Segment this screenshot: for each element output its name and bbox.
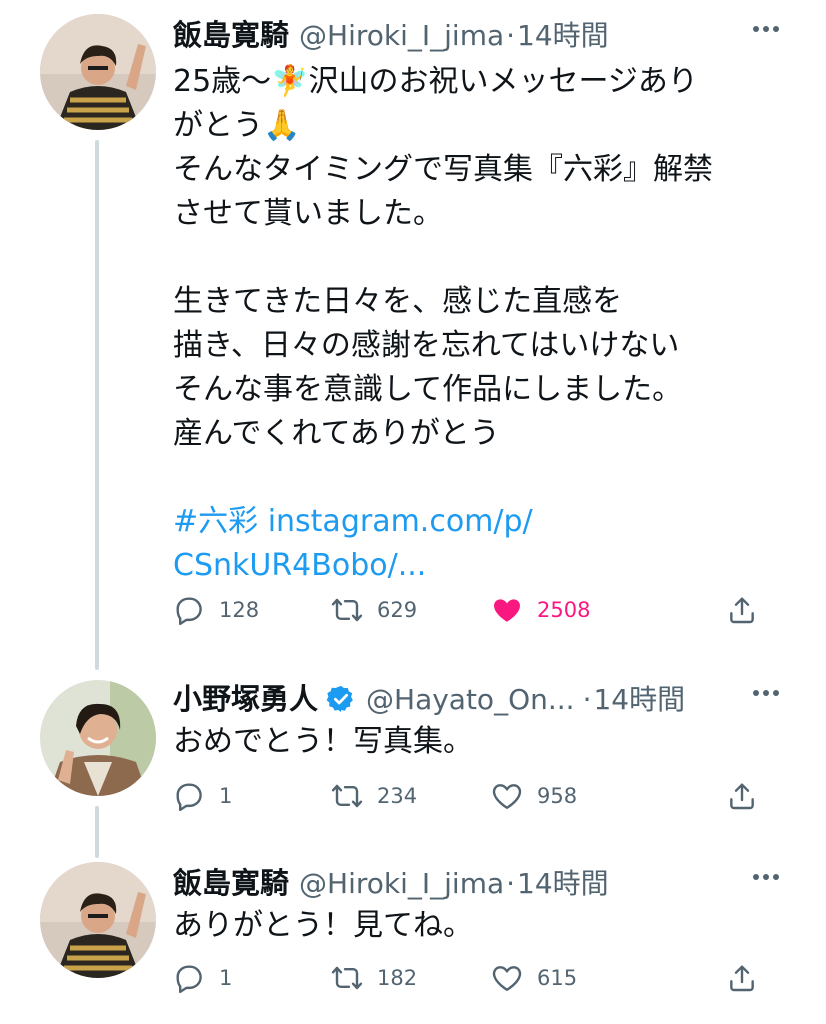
tweet-1[interactable]: 飯島寛騎 @Hiroki_I_jima · 14時間 25歳〜🧚沢山のお祝いメッ… — [0, 0, 826, 650]
tweet-3[interactable]: 飯島寛騎 @Hiroki_I_jima · 14時間 ありがとう！見てね。 1 … — [0, 856, 826, 1024]
retweet-count: 234 — [377, 784, 418, 808]
tweet-text: ありがとう！見てね。 — [173, 908, 473, 943]
tweet-actions: 1 182 615 — [173, 958, 786, 998]
tweet-text: 25歳〜🧚沢山のお祝いメッセージあり がとう🙏 そんなタイミングで写真集『六彩』… — [173, 60, 786, 588]
reply-icon — [173, 780, 205, 812]
tweet-text-line: 生きてきた日々を、感じた直感を — [173, 284, 623, 319]
share-button[interactable] — [726, 776, 758, 816]
tweet-text: おめでとう！写真集。 — [173, 724, 473, 759]
avatar[interactable] — [40, 680, 156, 796]
timestamp[interactable]: 14時間 — [517, 14, 609, 54]
reply-button[interactable]: 128 — [173, 590, 259, 630]
more-icon[interactable] — [746, 12, 786, 46]
author-handle[interactable]: @Hiroki_I_jima — [299, 19, 504, 52]
author-name[interactable]: 小野塚勇人 — [173, 676, 318, 718]
more-icon[interactable] — [746, 676, 786, 710]
reply-count: 1 — [219, 784, 233, 808]
tweet-text-line: がとう🙏 — [173, 108, 301, 143]
retweet-icon — [331, 594, 363, 626]
like-count: 958 — [537, 784, 578, 808]
tweet-text-line: させて貰いました。 — [173, 196, 443, 231]
author-handle[interactable]: @Hiroki_I_jima — [299, 867, 504, 900]
reply-count: 1 — [219, 966, 233, 990]
retweet-icon — [331, 780, 363, 812]
share-icon — [726, 962, 758, 994]
like-count: 2508 — [537, 598, 591, 622]
reply-button[interactable]: 1 — [173, 776, 232, 816]
author-handle[interactable]: @Hayato_On... — [366, 683, 575, 716]
heart-icon — [491, 594, 523, 626]
more-icon[interactable] — [746, 860, 786, 894]
tweet-text-line: そんなタイミングで写真集『六彩』解禁 — [173, 152, 713, 187]
retweet-count: 629 — [377, 598, 418, 622]
tweet-header: 飯島寛騎 @Hiroki_I_jima · 14時間 — [173, 860, 786, 900]
heart-icon — [491, 780, 523, 812]
avatar[interactable] — [40, 14, 156, 130]
avatar[interactable] — [40, 862, 156, 978]
retweet-icon — [331, 962, 363, 994]
tweet-header: 飯島寛騎 @Hiroki_I_jima · 14時間 — [173, 12, 786, 52]
retweet-count: 182 — [377, 966, 418, 990]
heart-icon — [491, 962, 523, 994]
retweet-button[interactable]: 629 — [331, 590, 417, 630]
share-button[interactable] — [726, 958, 758, 998]
hashtag-link[interactable]: #六彩 — [173, 504, 258, 539]
tweet-text-line: 25歳〜🧚沢山のお祝いメッセージあり — [173, 64, 698, 99]
tweet-header: 小野塚勇人 @Hayato_On... · 14時間 — [173, 676, 786, 716]
separator: · — [506, 867, 516, 900]
share-button[interactable] — [726, 590, 758, 630]
url-link[interactable]: instagram.com/p/ — [268, 504, 533, 539]
like-count: 615 — [537, 966, 578, 990]
url-link-continued[interactable]: CSnkUR4Bobo/... — [173, 548, 426, 583]
author-name[interactable]: 飯島寛騎 — [173, 12, 289, 54]
reply-button[interactable]: 1 — [173, 958, 232, 998]
like-button[interactable]: 958 — [491, 776, 577, 816]
tweet-text-line — [173, 236, 786, 280]
reply-icon — [173, 594, 205, 626]
tweet-2[interactable]: 小野塚勇人 @Hayato_On... · 14時間 おめでとう！写真集。 1 … — [0, 672, 826, 842]
author-name[interactable]: 飯島寛騎 — [173, 860, 289, 902]
timestamp[interactable]: 14時間 — [517, 862, 609, 902]
tweet-text-line: 産んでくれてありがとう — [173, 416, 500, 451]
reply-count: 128 — [219, 598, 260, 622]
retweet-button[interactable]: 182 — [331, 958, 417, 998]
separator: · — [582, 683, 592, 716]
share-icon — [726, 594, 758, 626]
share-icon — [726, 780, 758, 812]
timestamp[interactable]: 14時間 — [593, 678, 685, 718]
like-button[interactable]: 2508 — [491, 590, 590, 630]
tweet-actions: 1 234 958 — [173, 776, 786, 816]
tweet-actions: 128 629 2508 — [173, 590, 786, 630]
tweet-text-line: 描き、日々の感謝を忘れてはいけない — [173, 328, 680, 363]
reply-icon — [173, 962, 205, 994]
tweet-text-line: そんな事を意識して作品にしました。 — [173, 372, 683, 407]
retweet-button[interactable]: 234 — [331, 776, 417, 816]
verified-badge-icon — [326, 684, 356, 714]
like-button[interactable]: 615 — [491, 958, 577, 998]
separator: · — [506, 19, 516, 52]
